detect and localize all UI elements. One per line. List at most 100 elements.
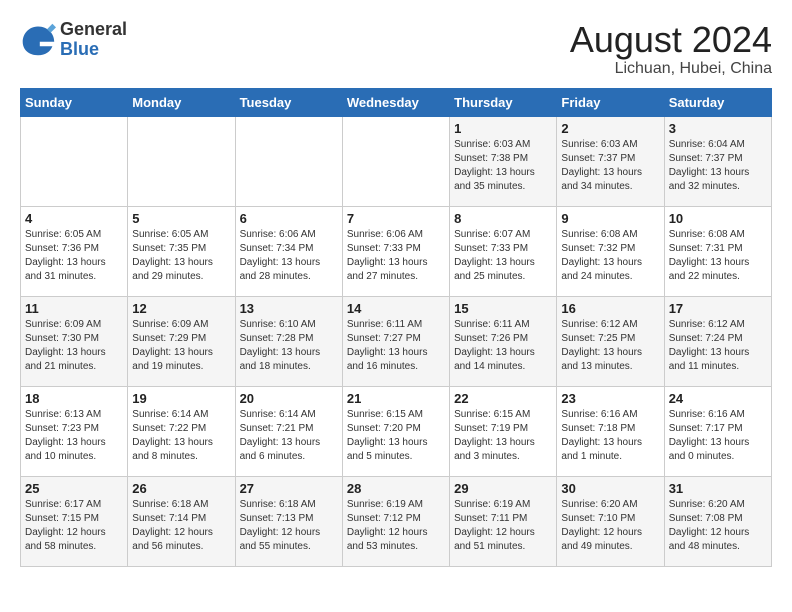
day-cell: 25 Sunrise: 6:17 AM Sunset: 7:15 PM Dayli…	[21, 476, 128, 566]
day-info: Sunrise: 6:15 AM Sunset: 7:19 PM Dayligh…	[454, 408, 552, 464]
day-info: Sunrise: 6:09 AM Sunset: 7:30 PM Dayligh…	[25, 318, 123, 374]
day-number: 23	[561, 391, 659, 406]
day-info: Sunrise: 6:14 AM Sunset: 7:22 PM Dayligh…	[132, 408, 230, 464]
day-number: 11	[25, 301, 123, 316]
logo-general: General	[60, 19, 127, 39]
week-row-0: 1 Sunrise: 6:03 AM Sunset: 7:38 PM Daylig…	[21, 116, 772, 206]
day-cell: 22 Sunrise: 6:15 AM Sunset: 7:19 PM Dayli…	[450, 386, 557, 476]
day-cell: 12 Sunrise: 6:09 AM Sunset: 7:29 PM Dayli…	[128, 296, 235, 386]
day-cell: 10Sunrise: 6:08 AM Sunset: 7:31 PM Dayli…	[664, 206, 771, 296]
day-info: Sunrise: 6:19 AM Sunset: 7:11 PM Dayligh…	[454, 498, 552, 554]
day-cell: 14Sunrise: 6:11 AM Sunset: 7:27 PM Dayli…	[342, 296, 449, 386]
day-cell: 26 Sunrise: 6:18 AM Sunset: 7:14 PM Dayli…	[128, 476, 235, 566]
day-cell: 20Sunrise: 6:14 AM Sunset: 7:21 PM Dayli…	[235, 386, 342, 476]
day-number: 21	[347, 391, 445, 406]
day-number: 26	[132, 481, 230, 496]
day-number: 18	[25, 391, 123, 406]
week-row-4: 25 Sunrise: 6:17 AM Sunset: 7:15 PM Dayli…	[21, 476, 772, 566]
day-cell: 27 Sunrise: 6:18 AM Sunset: 7:13 PM Dayli…	[235, 476, 342, 566]
day-info: Sunrise: 6:08 AM Sunset: 7:32 PM Dayligh…	[561, 228, 659, 284]
day-info: Sunrise: 6:03 AM Sunset: 7:38 PM Dayligh…	[454, 138, 552, 194]
day-info: Sunrise: 6:05 AM Sunset: 7:36 PM Dayligh…	[25, 228, 123, 284]
day-cell: 17Sunrise: 6:12 AM Sunset: 7:24 PM Dayli…	[664, 296, 771, 386]
day-info: Sunrise: 6:11 AM Sunset: 7:26 PM Dayligh…	[454, 318, 552, 374]
week-row-1: 4 Sunrise: 6:05 AM Sunset: 7:36 PM Daylig…	[21, 206, 772, 296]
day-number: 5	[132, 211, 230, 226]
day-cell: 16Sunrise: 6:12 AM Sunset: 7:25 PM Dayli…	[557, 296, 664, 386]
col-wednesday: Wednesday	[342, 88, 449, 116]
day-cell	[235, 116, 342, 206]
day-cell: 31 Sunrise: 6:20 AM Sunset: 7:08 PM Dayli…	[664, 476, 771, 566]
day-info: Sunrise: 6:05 AM Sunset: 7:35 PM Dayligh…	[132, 228, 230, 284]
day-cell: 30Sunrise: 6:20 AM Sunset: 7:10 PM Dayli…	[557, 476, 664, 566]
calendar-table: Sunday Monday Tuesday Wednesday Thursday…	[20, 88, 772, 567]
col-monday: Monday	[128, 88, 235, 116]
month-year-title: August 2024	[570, 20, 772, 60]
calendar-header: Sunday Monday Tuesday Wednesday Thursday…	[21, 88, 772, 116]
day-info: Sunrise: 6:18 AM Sunset: 7:14 PM Dayligh…	[132, 498, 230, 554]
day-number: 24	[669, 391, 767, 406]
day-info: Sunrise: 6:15 AM Sunset: 7:20 PM Dayligh…	[347, 408, 445, 464]
day-cell: 7Sunrise: 6:06 AM Sunset: 7:33 PM Daylig…	[342, 206, 449, 296]
week-row-3: 18Sunrise: 6:13 AM Sunset: 7:23 PM Dayli…	[21, 386, 772, 476]
day-number: 27	[240, 481, 338, 496]
day-info: Sunrise: 6:10 AM Sunset: 7:28 PM Dayligh…	[240, 318, 338, 374]
day-number: 25	[25, 481, 123, 496]
day-cell: 8Sunrise: 6:07 AM Sunset: 7:33 PM Daylig…	[450, 206, 557, 296]
day-cell	[128, 116, 235, 206]
day-info: Sunrise: 6:08 AM Sunset: 7:31 PM Dayligh…	[669, 228, 767, 284]
day-number: 22	[454, 391, 552, 406]
day-cell: 28Sunrise: 6:19 AM Sunset: 7:12 PM Dayli…	[342, 476, 449, 566]
day-number: 7	[347, 211, 445, 226]
day-number: 19	[132, 391, 230, 406]
day-number: 8	[454, 211, 552, 226]
day-info: Sunrise: 6:18 AM Sunset: 7:13 PM Dayligh…	[240, 498, 338, 554]
day-info: Sunrise: 6:06 AM Sunset: 7:34 PM Dayligh…	[240, 228, 338, 284]
col-thursday: Thursday	[450, 88, 557, 116]
day-cell: 1 Sunrise: 6:03 AM Sunset: 7:38 PM Daylig…	[450, 116, 557, 206]
day-number: 6	[240, 211, 338, 226]
logo: General Blue	[20, 20, 127, 60]
header-row: Sunday Monday Tuesday Wednesday Thursday…	[21, 88, 772, 116]
col-sunday: Sunday	[21, 88, 128, 116]
day-cell: 23 Sunrise: 6:16 AM Sunset: 7:18 PM Dayli…	[557, 386, 664, 476]
day-info: Sunrise: 6:03 AM Sunset: 7:37 PM Dayligh…	[561, 138, 659, 194]
week-row-2: 11 Sunrise: 6:09 AM Sunset: 7:30 PM Dayli…	[21, 296, 772, 386]
calendar-body: 1 Sunrise: 6:03 AM Sunset: 7:38 PM Daylig…	[21, 116, 772, 566]
day-number: 3	[669, 121, 767, 136]
day-number: 28	[347, 481, 445, 496]
day-info: Sunrise: 6:16 AM Sunset: 7:18 PM Dayligh…	[561, 408, 659, 464]
day-cell: 19 Sunrise: 6:14 AM Sunset: 7:22 PM Dayli…	[128, 386, 235, 476]
logo-blue: Blue	[60, 39, 99, 59]
day-info: Sunrise: 6:12 AM Sunset: 7:24 PM Dayligh…	[669, 318, 767, 374]
day-cell: 29Sunrise: 6:19 AM Sunset: 7:11 PM Dayli…	[450, 476, 557, 566]
day-number: 9	[561, 211, 659, 226]
day-cell: 2 Sunrise: 6:03 AM Sunset: 7:37 PM Daylig…	[557, 116, 664, 206]
day-cell: 24 Sunrise: 6:16 AM Sunset: 7:17 PM Dayli…	[664, 386, 771, 476]
day-info: Sunrise: 6:14 AM Sunset: 7:21 PM Dayligh…	[240, 408, 338, 464]
day-number: 4	[25, 211, 123, 226]
day-info: Sunrise: 6:09 AM Sunset: 7:29 PM Dayligh…	[132, 318, 230, 374]
col-tuesday: Tuesday	[235, 88, 342, 116]
day-number: 12	[132, 301, 230, 316]
day-info: Sunrise: 6:17 AM Sunset: 7:15 PM Dayligh…	[25, 498, 123, 554]
day-number: 1	[454, 121, 552, 136]
title-block: August 2024 Lichuan, Hubei, China	[570, 20, 772, 78]
day-info: Sunrise: 6:20 AM Sunset: 7:08 PM Dayligh…	[669, 498, 767, 554]
day-info: Sunrise: 6:11 AM Sunset: 7:27 PM Dayligh…	[347, 318, 445, 374]
day-number: 31	[669, 481, 767, 496]
day-cell: 6 Sunrise: 6:06 AM Sunset: 7:34 PM Daylig…	[235, 206, 342, 296]
col-saturday: Saturday	[664, 88, 771, 116]
day-info: Sunrise: 6:12 AM Sunset: 7:25 PM Dayligh…	[561, 318, 659, 374]
day-cell: 3Sunrise: 6:04 AM Sunset: 7:37 PM Daylig…	[664, 116, 771, 206]
day-number: 2	[561, 121, 659, 136]
day-cell	[342, 116, 449, 206]
day-number: 30	[561, 481, 659, 496]
day-info: Sunrise: 6:16 AM Sunset: 7:17 PM Dayligh…	[669, 408, 767, 464]
day-cell: 11 Sunrise: 6:09 AM Sunset: 7:30 PM Dayli…	[21, 296, 128, 386]
day-cell: 15 Sunrise: 6:11 AM Sunset: 7:26 PM Dayli…	[450, 296, 557, 386]
day-cell: 9 Sunrise: 6:08 AM Sunset: 7:32 PM Daylig…	[557, 206, 664, 296]
col-friday: Friday	[557, 88, 664, 116]
logo-text: General Blue	[60, 20, 127, 60]
day-number: 15	[454, 301, 552, 316]
